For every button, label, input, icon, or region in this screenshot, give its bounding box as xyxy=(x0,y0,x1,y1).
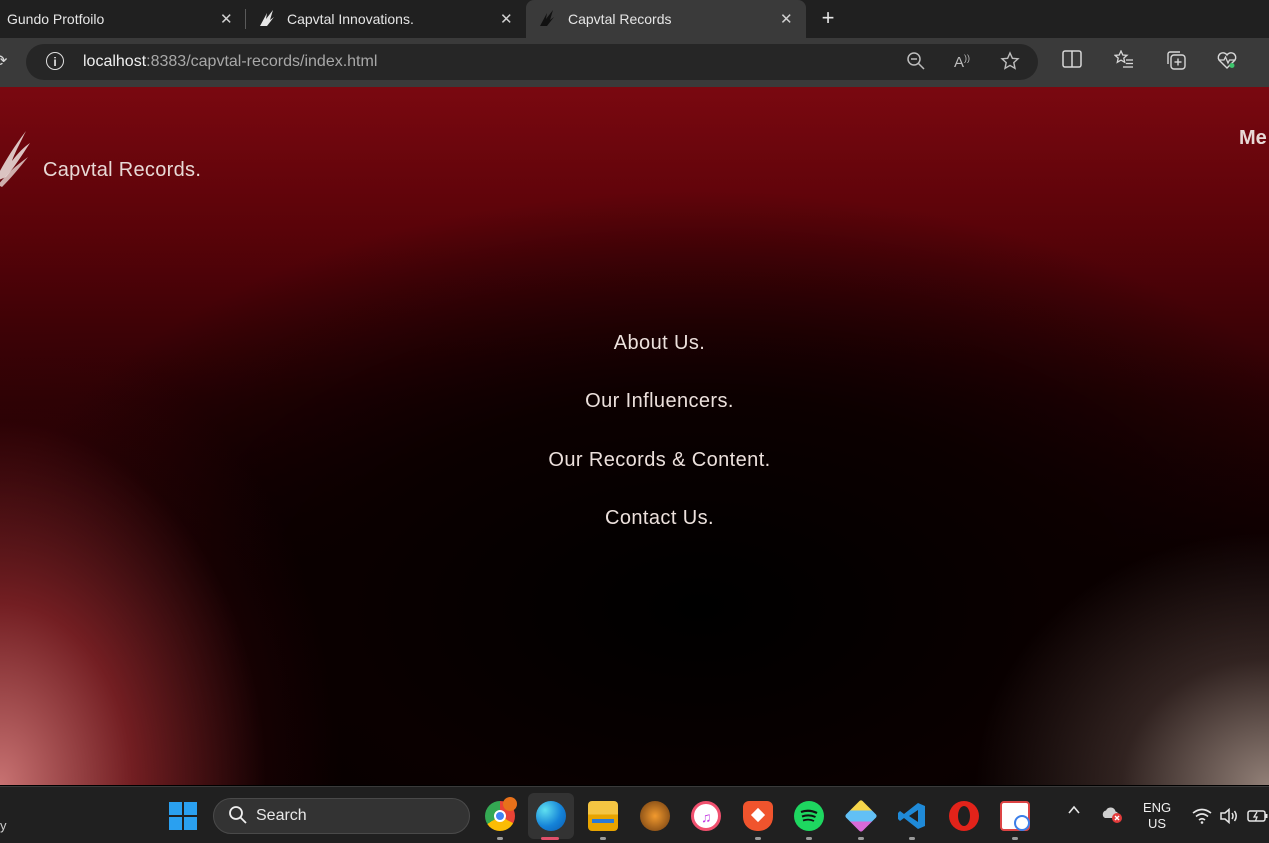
nav-link-records-content[interactable]: Our Records & Content. xyxy=(0,449,1269,472)
running-indicator xyxy=(858,837,864,840)
onedrive-error-icon[interactable] xyxy=(1101,804,1125,828)
wing-logo-icon[interactable] xyxy=(0,127,32,192)
widget-edge-text[interactable]: y xyxy=(0,818,7,833)
fl-studio-icon[interactable] xyxy=(640,801,670,831)
running-indicator xyxy=(909,837,915,840)
file-explorer-icon[interactable] xyxy=(588,801,618,831)
close-icon[interactable]: ✕ xyxy=(500,10,513,28)
menu-button[interactable]: Me xyxy=(1239,127,1267,150)
url-host: localhost xyxy=(83,53,147,70)
close-icon[interactable]: ✕ xyxy=(780,10,793,28)
tab-title: Capvtal Records xyxy=(568,11,672,27)
chrome-icon[interactable] xyxy=(485,797,517,831)
running-indicator xyxy=(806,837,812,840)
capvtal-records-page: Capvtal Records. Me About Us. Our Influe… xyxy=(0,87,1269,785)
tab-title: Capvtal Innovations. xyxy=(287,11,414,27)
favorite-star-icon[interactable] xyxy=(1000,51,1020,76)
wifi-icon[interactable] xyxy=(1192,808,1212,828)
running-indicator xyxy=(755,837,761,840)
favorites-icon[interactable] xyxy=(1113,49,1134,73)
nav-link-our-influencers[interactable]: Our Influencers. xyxy=(0,390,1269,413)
vscode-icon[interactable] xyxy=(897,801,927,831)
browser-tab-strip: Gundo Protfoilo ✕ Capvtal Innovations. ✕… xyxy=(0,0,1269,38)
url-text[interactable]: localhost:8383/capvtal-records/index.htm… xyxy=(83,53,377,71)
read-aloud-icon[interactable]: A)) xyxy=(954,53,970,71)
chevron-up-icon[interactable] xyxy=(1067,803,1081,821)
url-path: :8383/capvtal-records/index.html xyxy=(146,53,378,70)
lang-line2: US xyxy=(1148,816,1167,831)
wing-favicon-icon xyxy=(538,9,556,30)
tab-capvtal-records[interactable]: Capvtal Records ✕ xyxy=(526,0,806,38)
split-screen-icon[interactable] xyxy=(1062,50,1082,73)
box-app-icon[interactable] xyxy=(844,799,878,833)
close-icon[interactable]: ✕ xyxy=(220,10,233,28)
site-info-icon[interactable]: i xyxy=(46,52,64,70)
running-indicator xyxy=(1012,837,1018,840)
volume-icon[interactable] xyxy=(1219,807,1239,828)
search-icon xyxy=(228,805,248,830)
spotify-icon[interactable] xyxy=(794,801,824,831)
snipping-tool-icon[interactable] xyxy=(1000,801,1030,831)
wing-favicon-icon xyxy=(258,9,276,30)
browser-essentials-heart-icon[interactable] xyxy=(1216,50,1238,75)
brave-icon[interactable] xyxy=(743,801,773,831)
tab-title: Gundo Protfoilo xyxy=(7,11,105,27)
address-bar[interactable]: i localhost:8383/capvtal-records/index.h… xyxy=(26,44,1038,80)
tab-capvtal-innovations[interactable]: Capvtal Innovations. ✕ xyxy=(246,0,524,38)
search-label: Search xyxy=(256,807,307,824)
battery-icon[interactable] xyxy=(1247,808,1269,828)
nav-link-about-us[interactable]: About Us. xyxy=(0,332,1269,355)
input-language-indicator[interactable]: ENG US xyxy=(1143,800,1171,832)
running-indicator xyxy=(600,837,606,840)
browser-toolbar: ⟳ i localhost:8383/capvtal-records/index… xyxy=(0,38,1269,88)
running-indicator xyxy=(497,837,503,840)
collections-icon[interactable] xyxy=(1166,50,1186,75)
tab-gundo-portfolio[interactable]: Gundo Protfoilo ✕ xyxy=(0,0,244,38)
taskbar-search[interactable]: Search xyxy=(213,798,470,834)
windows-taskbar: y Search ♫ ENG US xyxy=(0,786,1269,843)
lang-line1: ENG xyxy=(1143,800,1172,815)
zoom-out-icon[interactable] xyxy=(906,51,926,76)
edge-icon[interactable] xyxy=(536,801,566,831)
refresh-icon[interactable]: ⟳ xyxy=(0,51,7,71)
itunes-icon[interactable]: ♫ xyxy=(691,801,721,831)
windows-start-icon[interactable] xyxy=(169,802,197,830)
new-tab-button[interactable]: + xyxy=(815,4,841,32)
nav-link-contact-us[interactable]: Contact Us. xyxy=(0,507,1269,530)
active-indicator xyxy=(541,837,559,840)
brand-name[interactable]: Capvtal Records. xyxy=(43,159,201,182)
opera-icon[interactable] xyxy=(949,801,979,831)
